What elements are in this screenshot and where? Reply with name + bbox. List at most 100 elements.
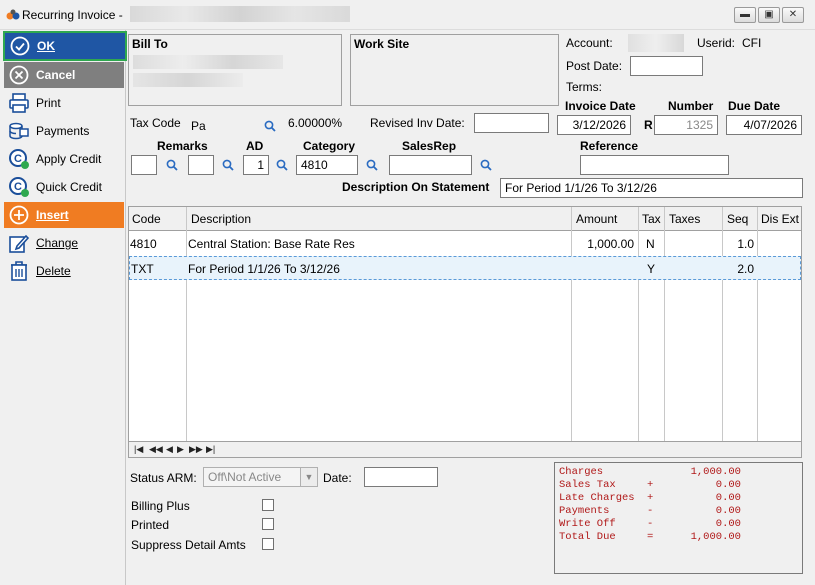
nav-prev-page-button[interactable]: ◀◀ <box>149 444 163 455</box>
summary-op: - <box>647 505 654 517</box>
desc-on-statement-label: Description On Statement <box>342 180 490 194</box>
chevron-down-icon[interactable]: ▼ <box>300 468 317 486</box>
status-arm-value: Off\Not Active <box>208 470 282 484</box>
tax-code-search-icon[interactable] <box>264 120 276 132</box>
summary-label: Charges <box>559 466 604 478</box>
change-button[interactable]: Change <box>4 230 124 256</box>
print-label: Print <box>36 96 61 110</box>
summary-label: Total Due <box>559 531 616 543</box>
date-input[interactable] <box>364 467 438 487</box>
summary-value: 0.00 <box>715 492 741 504</box>
number-input[interactable]: 1325 <box>654 115 718 135</box>
category-input[interactable]: 4810 <box>296 155 358 175</box>
minimize-button[interactable]: ▬ <box>734 7 756 23</box>
reference-label: Reference <box>580 139 639 153</box>
col-header-taxes[interactable]: Taxes <box>669 212 700 226</box>
due-date-input[interactable]: 4/07/2026 <box>726 115 802 135</box>
work-site-label: Work Site <box>354 37 410 51</box>
table-row[interactable]: 4810 Central Station: Base Rate Res 1,00… <box>129 231 801 256</box>
x-circle-icon <box>8 64 30 86</box>
apply-credit-label: Apply Credit <box>36 152 102 166</box>
suppress-checkbox[interactable] <box>262 538 274 550</box>
ad-search-icon[interactable] <box>276 159 288 171</box>
col-header-tax[interactable]: Tax <box>642 212 661 226</box>
summary-label: Late Charges <box>559 492 635 504</box>
nav-next-button[interactable]: ▶ <box>177 444 184 455</box>
insert-label: Insert <box>36 208 69 222</box>
table-row[interactable]: TXT For Period 1/1/26 To 3/12/26 Y 2.0 <box>129 256 801 280</box>
remarks-label: Remarks <box>157 139 208 153</box>
salesrep-search-icon[interactable] <box>480 159 492 171</box>
close-button[interactable]: ✕ <box>782 7 804 23</box>
due-date-label: Due Date <box>728 99 781 113</box>
col-header-seq[interactable]: Seq <box>727 212 748 226</box>
suppress-label: Suppress Detail Amts <box>131 538 246 552</box>
app-icon <box>6 9 20 20</box>
summary-row: Charges 1,000.00 <box>559 466 799 479</box>
billing-plus-checkbox[interactable] <box>262 499 274 511</box>
col-header-code[interactable]: Code <box>132 212 161 226</box>
invoice-date-label: Invoice Date <box>565 99 636 113</box>
col-header-amount[interactable]: Amount <box>576 212 617 226</box>
userid-value: CFI <box>742 36 762 50</box>
category-search-icon[interactable] <box>366 159 378 171</box>
summary-row: Sales Tax + 0.00 <box>559 479 799 492</box>
work-site-box: Work Site <box>350 34 559 106</box>
cell-seq: 1.0 <box>737 237 754 251</box>
grid-navigator: |◀ ◀◀ ◀ ▶ ▶▶ ▶| <box>129 441 801 457</box>
print-button[interactable]: Print <box>4 90 124 116</box>
tax-code-label: Tax Code <box>130 116 181 130</box>
payments-label: Payments <box>36 124 90 138</box>
summary-op: = <box>647 531 654 543</box>
remarks-input-1[interactable] <box>131 155 157 175</box>
line-items-grid[interactable]: Code Description Amount Tax Taxes Seq Di… <box>128 206 802 458</box>
ad-input[interactable]: 1 <box>243 155 269 175</box>
insert-button[interactable]: Insert <box>4 202 124 228</box>
quick-credit-button[interactable]: C Quick Credit <box>4 174 124 200</box>
col-header-dis-ext[interactable]: Dis Ext <box>761 212 799 226</box>
bill-to-box: Bill To <box>128 34 342 106</box>
nav-next-page-button[interactable]: ▶▶ <box>189 444 203 455</box>
invoice-date-input[interactable]: 3/12/2026 <box>557 115 631 135</box>
payments-button[interactable]: Payments <box>4 118 124 144</box>
reference-input[interactable] <box>580 155 729 175</box>
maximize-button[interactable]: ▣ <box>758 7 780 23</box>
summary-value: 1,000.00 <box>690 531 741 543</box>
cancel-button[interactable]: Cancel <box>4 62 124 88</box>
date-label: Date: <box>323 471 352 485</box>
category-label: Category <box>303 139 356 153</box>
nav-first-button[interactable]: |◀ <box>134 444 143 455</box>
nav-prev-button[interactable]: ◀ <box>166 444 173 455</box>
ok-button[interactable]: OK <box>3 31 127 61</box>
salesrep-input[interactable] <box>389 155 472 175</box>
nav-last-button[interactable]: ▶| <box>206 444 215 455</box>
cell-description: For Period 1/1/26 To 3/12/26 <box>188 262 340 276</box>
summary-row: Total Due = 1,000.00 <box>559 531 799 544</box>
summary-label: Payments <box>559 505 610 517</box>
delete-button[interactable]: Delete <box>4 258 124 284</box>
cancel-label: Cancel <box>36 68 76 82</box>
salesrep-label: SalesRep <box>402 139 457 153</box>
post-date-input[interactable] <box>630 56 703 76</box>
apply-credit-button[interactable]: C Apply Credit <box>4 146 124 172</box>
remarks-search-icon-1[interactable] <box>166 159 178 171</box>
revised-inv-date-input[interactable] <box>474 113 549 133</box>
quick-credit-icon: C <box>8 176 30 198</box>
remarks-input-2[interactable] <box>188 155 214 175</box>
window-title: Recurring Invoice - <box>22 8 123 22</box>
col-header-description[interactable]: Description <box>191 212 251 226</box>
number-prefix: R <box>644 118 653 132</box>
status-arm-label: Status ARM: <box>130 471 197 485</box>
tax-rate: 6.00000% <box>288 116 343 130</box>
ok-label: OK <box>37 39 55 53</box>
svg-text:C: C <box>14 153 22 165</box>
tax-code-value: Pa <box>191 119 206 133</box>
remarks-search-icon-2[interactable] <box>222 159 234 171</box>
check-circle-icon <box>9 35 31 57</box>
redacted-title <box>130 6 350 22</box>
printer-icon <box>8 92 30 114</box>
cell-tax: N <box>646 237 655 251</box>
bill-to-label: Bill To <box>132 37 168 51</box>
desc-on-statement-input[interactable]: For Period 1/1/26 To 3/12/26 <box>500 178 803 198</box>
printed-checkbox[interactable] <box>262 518 274 530</box>
